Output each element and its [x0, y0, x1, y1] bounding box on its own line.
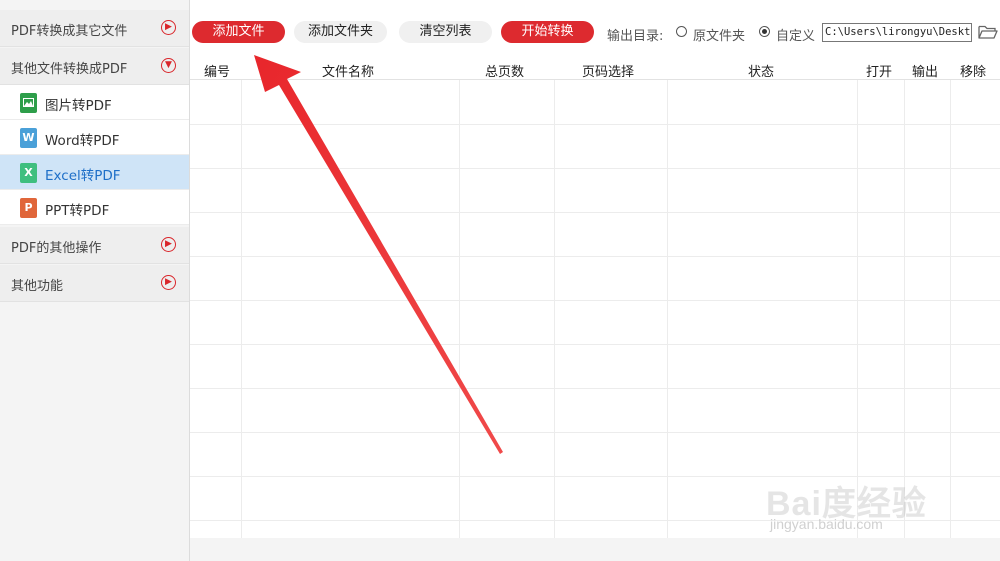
table-row-divider [190, 344, 1000, 345]
expand-arrow-icon[interactable]: ▶ [161, 237, 176, 252]
table-row-divider [190, 124, 1000, 125]
sidebar-item-ppt-to-pdf[interactable]: P PPT转PDF [0, 190, 189, 225]
output-path-input[interactable]: C:\Users\lirongyu\Desktop [822, 23, 972, 42]
table-row-divider [190, 432, 1000, 433]
table-column-divider [667, 80, 668, 538]
sidebar-item-excel-to-pdf[interactable]: X Excel转PDF [0, 155, 189, 190]
sidebar-group-pdf-to-other[interactable]: PDF转换成其它文件 ▶ [0, 10, 189, 47]
add-folder-button[interactable]: 添加文件夹 [294, 21, 387, 43]
radio-original-folder-label[interactable]: 原文件夹 [693, 25, 745, 44]
radio-custom-label[interactable]: 自定义 [776, 25, 815, 44]
sidebar-group-label: PDF的其他操作 [11, 241, 102, 256]
sidebar-item-image-to-pdf[interactable]: 图片转PDF [0, 85, 189, 120]
sidebar-group-pdf-other-ops[interactable]: PDF的其他操作 ▶ [0, 227, 189, 264]
collapse-arrow-icon[interactable]: ▼ [161, 58, 176, 73]
table-column-divider [904, 80, 905, 538]
image-file-icon [20, 93, 37, 113]
table-column-divider [241, 80, 242, 538]
excel-file-icon: X [20, 163, 37, 183]
column-header-number: 编号 [204, 65, 231, 80]
ppt-file-icon: P [20, 198, 37, 218]
sidebar-group-label: 其他文件转换成PDF [11, 62, 128, 77]
table-column-divider [857, 80, 858, 538]
table-column-divider [554, 80, 555, 538]
radio-original-folder[interactable] [676, 26, 687, 37]
column-header-status: 状态 [748, 65, 775, 80]
table-column-divider [950, 80, 951, 538]
sidebar-group-label: PDF转换成其它文件 [11, 24, 128, 39]
word-file-icon: W [20, 128, 37, 148]
table-row-divider [190, 212, 1000, 213]
column-header-total-pages: 总页数 [485, 65, 525, 80]
status-bar [190, 538, 1000, 561]
table-header: 编号 文件名称 总页数 页码选择 状态 打开 输出 移除 [190, 58, 1000, 80]
sidebar-item-word-to-pdf[interactable]: W Word转PDF [0, 120, 189, 155]
column-header-remove: 移除 [960, 65, 987, 80]
sidebar-item-label: Word转PDF [45, 133, 120, 149]
expand-arrow-icon[interactable]: ▶ [161, 275, 176, 290]
table-row-divider [190, 256, 1000, 257]
sidebar-item-label: PPT转PDF [45, 203, 110, 219]
expand-arrow-icon[interactable]: ▶ [161, 20, 176, 35]
table-row-divider [190, 168, 1000, 169]
sidebar-item-label: Excel转PDF [45, 168, 121, 184]
sidebar-item-label: 图片转PDF [45, 98, 112, 114]
add-file-button[interactable]: 添加文件 [192, 21, 285, 43]
folder-open-icon[interactable] [978, 24, 998, 40]
clear-list-button[interactable]: 清空列表 [399, 21, 492, 43]
file-table: 编号 文件名称 总页数 页码选择 状态 打开 输出 移除 [190, 58, 1000, 538]
output-dir-label: 输出目录: [607, 29, 664, 44]
column-header-output: 输出 [912, 65, 939, 80]
sidebar-group-label: 其他功能 [11, 279, 64, 294]
table-row-divider [190, 300, 1000, 301]
column-header-filename: 文件名称 [322, 65, 375, 80]
sidebar-group-other-functions[interactable]: 其他功能 ▶ [0, 265, 189, 302]
table-row-divider [190, 388, 1000, 389]
column-header-open: 打开 [866, 65, 893, 80]
column-header-page-selection: 页码选择 [582, 65, 635, 80]
radio-custom[interactable] [759, 26, 770, 37]
start-convert-button[interactable]: 开始转换 [501, 21, 594, 43]
sidebar-group-other-to-pdf[interactable]: 其他文件转换成PDF ▼ [0, 48, 189, 85]
baidu-watermark-url: jingyan.baidu.com [770, 516, 883, 532]
table-column-divider [459, 80, 460, 538]
sidebar: PDF转换成其它文件 ▶ 其他文件转换成PDF ▼ 图片转PDF W Word转… [0, 0, 190, 561]
